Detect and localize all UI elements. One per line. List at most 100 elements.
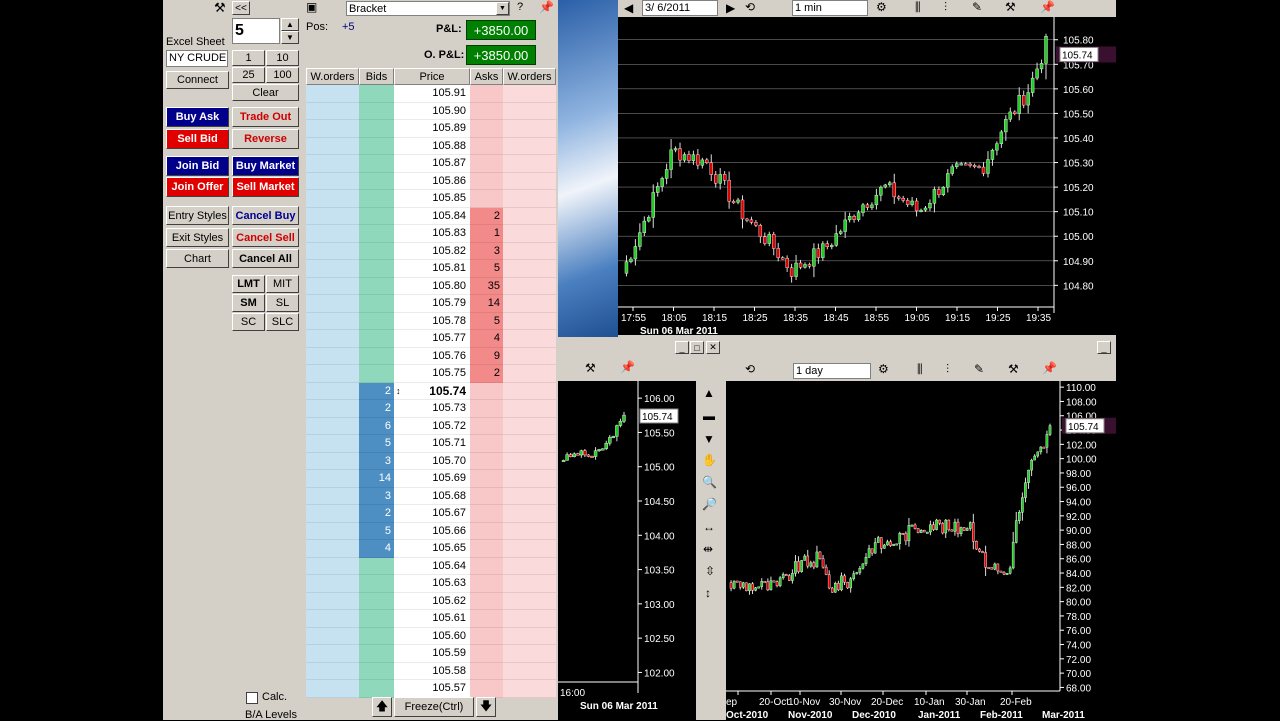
buy-working-order-cell[interactable] — [306, 242, 359, 260]
join-offer-button[interactable]: Join Offer — [166, 177, 229, 197]
bid-cell[interactable] — [359, 260, 394, 278]
sell-working-order-cell[interactable] — [503, 85, 556, 103]
bid-cell[interactable] — [359, 645, 394, 663]
candle-icon[interactable]: ⫶ — [944, 0, 947, 15]
strategy-dropdown-icon[interactable]: ▼ — [496, 2, 509, 15]
bid-cell[interactable] — [359, 207, 394, 225]
buy-working-order-cell[interactable] — [306, 120, 359, 138]
ask-cell[interactable] — [470, 645, 503, 663]
price-cell[interactable]: 105.75 — [394, 365, 470, 383]
ask-cell[interactable]: 1 — [470, 225, 503, 243]
sell-working-order-cell[interactable] — [503, 680, 556, 698]
order-type-slc[interactable]: SLC — [266, 313, 299, 331]
sell-working-order-cell[interactable] — [503, 102, 556, 120]
price-cell[interactable]: 105.65 — [394, 540, 470, 558]
qty-up-button[interactable]: ▲ — [281, 18, 299, 31]
bid-cell[interactable]: 2 — [359, 400, 394, 418]
buy-working-order-cell[interactable] — [306, 295, 359, 313]
sell-working-order-cell[interactable] — [503, 592, 556, 610]
ask-cell[interactable] — [470, 190, 503, 208]
compress-vertical-icon[interactable]: ⇳ — [705, 564, 715, 578]
bid-cell[interactable]: 6 — [359, 417, 394, 435]
buy-working-order-cell[interactable] — [306, 85, 359, 103]
interval-select-daily[interactable]: 1 day — [793, 363, 871, 379]
exit-styles-button[interactable]: Exit Styles — [166, 228, 229, 247]
sell-bid-button[interactable]: Sell Bid — [166, 129, 229, 149]
sell-working-order-cell[interactable] — [503, 610, 556, 628]
price-cell[interactable]: 105.61 — [394, 610, 470, 628]
qty-down-button[interactable]: ▼ — [281, 31, 299, 44]
price-cell[interactable]: 105.84 — [394, 207, 470, 225]
zoom-out-icon[interactable]: 🔎 — [702, 497, 717, 511]
ask-cell[interactable]: 35 — [470, 277, 503, 295]
cancel-sell-button[interactable]: Cancel Sell — [232, 228, 299, 247]
ask-cell[interactable] — [470, 680, 503, 698]
price-cell[interactable]: 105.69 — [394, 470, 470, 488]
sell-working-order-cell[interactable] — [503, 487, 556, 505]
sell-working-order-cell[interactable] — [503, 347, 556, 365]
chart-button[interactable]: Chart — [166, 249, 229, 268]
ask-cell[interactable] — [470, 627, 503, 645]
sell-market-button[interactable]: Sell Market — [232, 177, 299, 197]
price-cell[interactable]: 105.68 — [394, 487, 470, 505]
daily-minimize-button[interactable]: _ — [1097, 341, 1111, 354]
price-cell[interactable]: 105.79 — [394, 295, 470, 313]
ask-cell[interactable] — [470, 662, 503, 680]
pin-icon-mid[interactable]: 📌 — [620, 360, 635, 374]
ask-cell[interactable]: 14 — [470, 295, 503, 313]
buy-working-order-cell[interactable] — [306, 662, 359, 680]
bid-cell[interactable] — [359, 330, 394, 348]
price-cell[interactable]: 105.81 — [394, 260, 470, 278]
buy-working-order-cell[interactable] — [306, 382, 359, 400]
ask-cell[interactable] — [470, 172, 503, 190]
ask-cell[interactable] — [470, 85, 503, 103]
trade-out-button[interactable]: Trade Out — [232, 107, 299, 127]
price-cell[interactable]: 105.71 — [394, 435, 470, 453]
qty-preset-25[interactable]: 25 — [232, 67, 265, 83]
sell-working-order-cell[interactable] — [503, 260, 556, 278]
hand-icon[interactable]: ✋ — [702, 453, 717, 467]
bid-cell[interactable] — [359, 680, 394, 698]
price-cell[interactable]: 105.78 — [394, 312, 470, 330]
buy-working-order-cell[interactable] — [306, 225, 359, 243]
compress-horizontal-icon[interactable]: ⇹ — [703, 542, 713, 556]
buy-working-order-cell[interactable] — [306, 645, 359, 663]
bid-cell[interactable] — [359, 312, 394, 330]
bid-cell[interactable] — [359, 190, 394, 208]
bid-cell[interactable] — [359, 225, 394, 243]
intraday-chart-small[interactable]: 106.00 105.50 105.00 104.50 104.00 103.50 103.… — [558, 381, 696, 720]
sell-working-order-cell[interactable] — [503, 295, 556, 313]
sell-working-order-cell[interactable] — [503, 627, 556, 645]
qty-preset-10[interactable]: 10 — [266, 50, 299, 66]
close-button[interactable]: ✕ — [706, 341, 720, 354]
sell-working-order-cell[interactable] — [503, 155, 556, 173]
bid-cell[interactable]: 2 — [359, 382, 394, 400]
settings-icon[interactable]: ⚙ — [876, 0, 887, 14]
reverse-button[interactable]: Reverse — [232, 129, 299, 149]
buy-working-order-cell[interactable] — [306, 417, 359, 435]
pin-icon-top[interactable]: 📌 — [1040, 0, 1055, 14]
entry-styles-button[interactable]: Entry Styles — [166, 206, 229, 225]
expand-horizontal-icon[interactable]: ↔ — [703, 520, 715, 534]
draw-icon[interactable]: ✎ — [972, 0, 982, 14]
ask-cell[interactable] — [470, 155, 503, 173]
order-type-sl[interactable]: SL — [266, 294, 299, 312]
bid-cell[interactable]: 3 — [359, 452, 394, 470]
price-cell[interactable]: 105.83 — [394, 225, 470, 243]
buy-working-order-cell[interactable] — [306, 610, 359, 628]
bid-cell[interactable] — [359, 662, 394, 680]
ask-cell[interactable]: 9 — [470, 347, 503, 365]
bid-cell[interactable] — [359, 242, 394, 260]
buy-working-order-cell[interactable] — [306, 172, 359, 190]
intraday-chart[interactable]: 105.80105.70105.60105.50105.40105.30105.… — [618, 17, 1116, 335]
buy-working-order-cell[interactable] — [306, 277, 359, 295]
buy-working-order-cell[interactable] — [306, 207, 359, 225]
sell-working-order-cell[interactable] — [503, 540, 556, 558]
buy-working-order-cell[interactable] — [306, 365, 359, 383]
ask-cell[interactable] — [470, 400, 503, 418]
cancel-all-button[interactable]: Cancel All — [232, 249, 299, 268]
qty-preset-100[interactable]: 100 — [266, 67, 299, 83]
sell-working-order-cell[interactable] — [503, 120, 556, 138]
prev-date-icon[interactable]: ◀ — [624, 1, 633, 15]
bid-cell[interactable] — [359, 610, 394, 628]
